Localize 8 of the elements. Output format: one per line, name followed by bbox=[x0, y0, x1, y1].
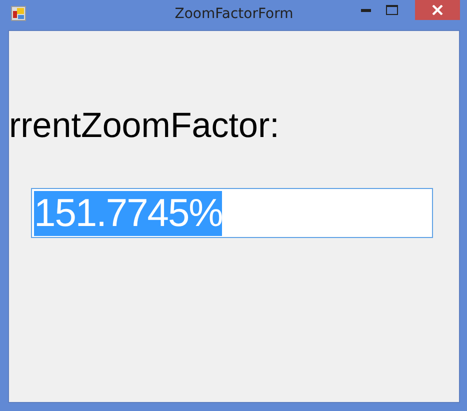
minimize-icon bbox=[361, 8, 371, 12]
zoom-factor-label: rrentZoomFactor: bbox=[9, 106, 280, 146]
close-button[interactable] bbox=[415, 0, 460, 20]
window-title: ZoomFactorForm bbox=[174, 6, 294, 22]
zoom-factor-field[interactable]: 151.7745% bbox=[31, 188, 433, 238]
maximize-icon bbox=[386, 5, 398, 15]
app-icon bbox=[11, 6, 26, 21]
close-icon bbox=[432, 5, 443, 15]
